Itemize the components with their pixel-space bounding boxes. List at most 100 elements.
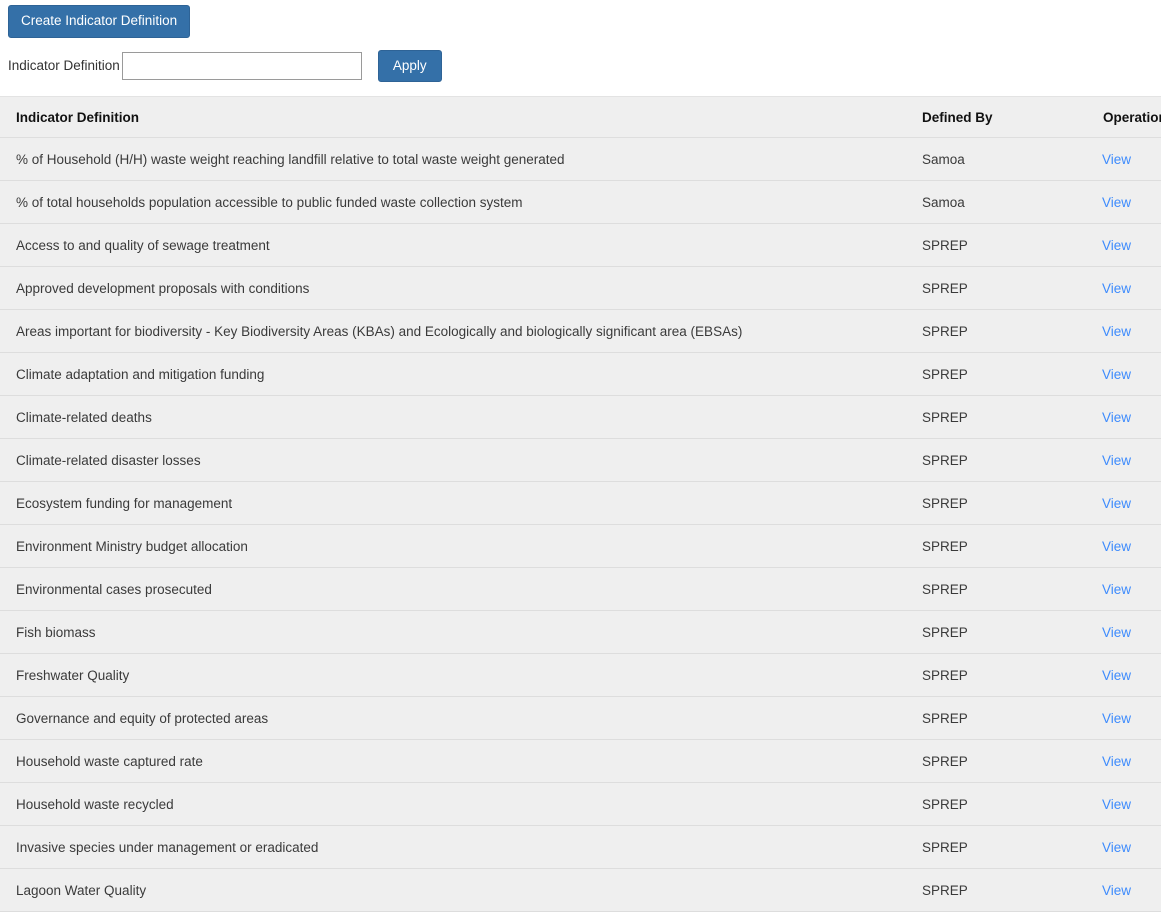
cell-operations: View [1070, 137, 1161, 181]
view-link[interactable]: View [1102, 711, 1131, 726]
cell-indicator-definition: Environment Ministry budget allocation [0, 524, 891, 568]
cell-defined-by: SPREP [891, 266, 1070, 310]
cell-defined-by: SPREP [891, 782, 1070, 826]
cell-operations: View [1070, 696, 1161, 740]
cell-operations: View [1070, 223, 1161, 267]
view-link[interactable]: View [1102, 367, 1131, 382]
cell-defined-by: SPREP [891, 438, 1070, 482]
cell-defined-by: SPREP [891, 868, 1070, 912]
view-link[interactable]: View [1102, 883, 1131, 898]
cell-operations: View [1070, 180, 1161, 224]
view-link[interactable]: View [1102, 453, 1131, 468]
table-header-row: Indicator Definition Defined By Operatio… [0, 97, 1161, 138]
cell-indicator-definition: Climate-related deaths [0, 395, 891, 439]
view-link[interactable]: View [1102, 539, 1131, 554]
cell-indicator-definition: Fish biomass [0, 610, 891, 654]
cell-defined-by: Samoa [891, 180, 1070, 224]
cell-operations: View [1070, 653, 1161, 697]
view-link[interactable]: View [1102, 840, 1131, 855]
table-row: % of total households population accessi… [0, 180, 1161, 224]
cell-defined-by: SPREP [891, 696, 1070, 740]
cell-operations: View [1070, 739, 1161, 783]
apply-filter-button[interactable]: Apply [377, 49, 442, 82]
cell-indicator-definition: Access to and quality of sewage treatmen… [0, 223, 891, 267]
cell-indicator-definition: Household waste recycled [0, 782, 891, 826]
table-header: Indicator Definition Defined By Operatio… [0, 97, 1161, 138]
cell-operations: View [1070, 825, 1161, 869]
filter-bar: Indicator Definition Apply [0, 38, 1161, 97]
table-row: Access to and quality of sewage treatmen… [0, 223, 1161, 267]
cell-indicator-definition: Household waste captured rate [0, 739, 891, 783]
cell-defined-by: SPREP [891, 352, 1070, 396]
table-row: Areas important for biodiversity - Key B… [0, 309, 1161, 353]
view-link[interactable]: View [1102, 754, 1131, 769]
cell-defined-by: SPREP [891, 739, 1070, 783]
table-row: Household waste recycled SPREP View [0, 782, 1161, 826]
column-header-defined-by: Defined By [891, 97, 1070, 138]
table-row: Invasive species under management or era… [0, 825, 1161, 869]
cell-defined-by: SPREP [891, 610, 1070, 654]
table-row: Household waste captured rate SPREP View [0, 739, 1161, 783]
table-row: Freshwater Quality SPREP View [0, 653, 1161, 697]
cell-operations: View [1070, 395, 1161, 439]
cell-indicator-definition: Freshwater Quality [0, 653, 891, 697]
table-row: Approved development proposals with cond… [0, 266, 1161, 310]
cell-indicator-definition: Climate adaptation and mitigation fundin… [0, 352, 891, 396]
create-indicator-definition-button[interactable]: Create Indicator Definition [8, 5, 191, 38]
view-link[interactable]: View [1102, 668, 1131, 683]
view-link[interactable]: View [1102, 324, 1131, 339]
view-link[interactable]: View [1102, 152, 1131, 167]
cell-operations: View [1070, 782, 1161, 826]
table-body: % of Household (H/H) waste weight reachi… [0, 137, 1161, 912]
cell-defined-by: SPREP [891, 481, 1070, 525]
view-link[interactable]: View [1102, 195, 1131, 210]
cell-indicator-definition: Ecosystem funding for management [0, 481, 891, 525]
view-link[interactable]: View [1102, 410, 1131, 425]
view-link[interactable]: View [1102, 797, 1131, 812]
cell-operations: View [1070, 567, 1161, 611]
table-row: Ecosystem funding for management SPREP Vie… [0, 481, 1161, 525]
view-link[interactable]: View [1102, 238, 1131, 253]
column-header-operations: Operations [1070, 97, 1161, 138]
cell-defined-by: SPREP [891, 825, 1070, 869]
cell-indicator-definition: Areas important for biodiversity - Key B… [0, 309, 891, 353]
cell-operations: View [1070, 868, 1161, 912]
cell-defined-by: SPREP [891, 653, 1070, 697]
table-row: Governance and equity of protected areas… [0, 696, 1161, 740]
table-row: % of Household (H/H) waste weight reachi… [0, 137, 1161, 181]
cell-indicator-definition: Invasive species under management or era… [0, 825, 891, 869]
cell-defined-by: Samoa [891, 137, 1070, 181]
cell-operations: View [1070, 438, 1161, 482]
table-row: Climate adaptation and mitigation fundin… [0, 352, 1161, 396]
cell-defined-by: SPREP [891, 309, 1070, 353]
indicator-definition-table-wrapper: Indicator Definition Defined By Operatio… [0, 97, 1161, 912]
cell-defined-by: SPREP [891, 223, 1070, 267]
cell-defined-by: SPREP [891, 395, 1070, 439]
cell-operations: View [1070, 266, 1161, 310]
cell-indicator-definition: % of total households population accessi… [0, 180, 891, 224]
cell-operations: View [1070, 610, 1161, 654]
column-header-indicator-definition: Indicator Definition [0, 97, 891, 138]
cell-indicator-definition: Lagoon Water Quality [0, 868, 891, 912]
indicator-definition-filter-label: Indicator Definition [8, 58, 120, 73]
indicator-definition-table: Indicator Definition Defined By Operatio… [0, 97, 1161, 912]
cell-indicator-definition: Climate-related disaster losses [0, 438, 891, 482]
cell-defined-by: SPREP [891, 524, 1070, 568]
table-row: Lagoon Water Quality SPREP View [0, 868, 1161, 912]
table-row: Climate-related deaths SPREP View [0, 395, 1161, 439]
cell-indicator-definition: Environmental cases prosecuted [0, 567, 891, 611]
cell-operations: View [1070, 524, 1161, 568]
cell-operations: View [1070, 352, 1161, 396]
view-link[interactable]: View [1102, 625, 1131, 640]
view-link[interactable]: View [1102, 582, 1131, 597]
cell-defined-by: SPREP [891, 567, 1070, 611]
indicator-definition-search-input[interactable] [121, 51, 362, 80]
view-link[interactable]: View [1102, 496, 1131, 511]
cell-operations: View [1070, 481, 1161, 525]
cell-indicator-definition: Approved development proposals with cond… [0, 266, 891, 310]
table-row: Fish biomass SPREP View [0, 610, 1161, 654]
page-toolbar: Create Indicator Definition [0, 0, 1161, 38]
view-link[interactable]: View [1102, 281, 1131, 296]
cell-operations: View [1070, 309, 1161, 353]
table-row: Climate-related disaster losses SPREP View [0, 438, 1161, 482]
